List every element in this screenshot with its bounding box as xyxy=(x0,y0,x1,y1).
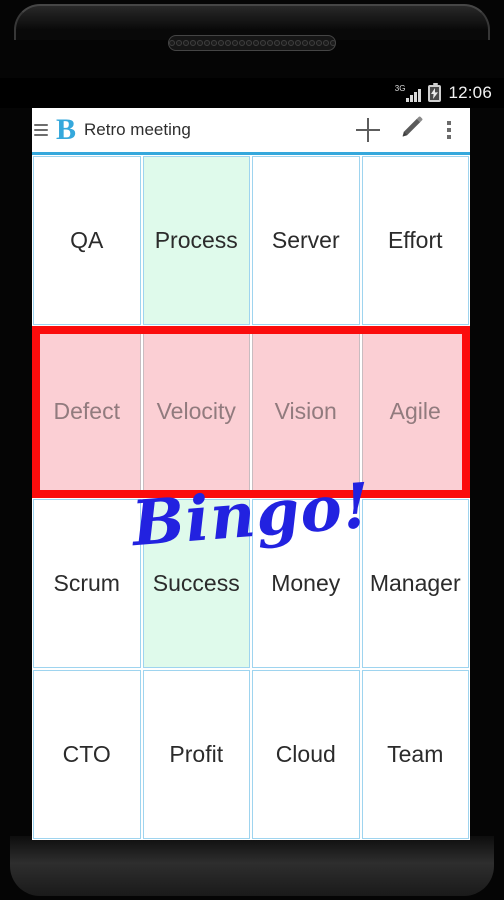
status-bar-clock: 12:06 xyxy=(448,83,492,102)
speaker-hole xyxy=(182,40,189,46)
speaker-hole xyxy=(301,40,308,46)
speaker-hole xyxy=(224,40,231,46)
status-bar: 3G 12:06 xyxy=(0,78,504,108)
bingo-cell-label: Effort xyxy=(387,227,443,254)
hamburger-menu-icon[interactable] xyxy=(34,121,52,139)
bingo-cell[interactable]: Server xyxy=(252,156,360,326)
bingo-cell-label: Scrum xyxy=(53,569,120,596)
phone-bottom-bezel xyxy=(10,836,494,896)
bingo-cell[interactable]: Scrum xyxy=(33,498,141,668)
speaker-hole xyxy=(280,40,287,46)
speaker-hole xyxy=(294,40,301,46)
bingo-grid: QA Process Server Effort Defect Velocity Visio… xyxy=(32,155,470,840)
network-type-label: 3G xyxy=(394,84,406,93)
phone-device: 3G 12:06 B Retro meeting QA Process Serv… xyxy=(0,0,504,900)
speaker-hole xyxy=(245,40,252,46)
speaker-hole xyxy=(322,40,329,46)
bingo-cell-label: Vision xyxy=(274,398,337,425)
bingo-cell[interactable]: Success xyxy=(142,498,250,668)
more-vertical-icon xyxy=(447,120,451,125)
speaker-hole xyxy=(273,40,280,46)
bingo-cell-label: Money xyxy=(271,569,341,596)
bingo-cell-label: Team xyxy=(387,740,444,767)
speaker-hole xyxy=(169,40,175,46)
bingo-cell[interactable]: Effort xyxy=(361,156,469,326)
bingo-cell-label: Defect xyxy=(53,398,120,425)
speaker-hole xyxy=(266,40,273,46)
bingo-cell-label: Success xyxy=(152,569,240,596)
edit-button[interactable] xyxy=(390,108,434,152)
bingo-cell-label: CTO xyxy=(62,740,111,767)
bingo-cell-label: Server xyxy=(271,227,340,254)
pencil-icon xyxy=(399,114,425,145)
bingo-cell-label: Profit xyxy=(169,740,224,767)
bingo-cell[interactable]: CTO xyxy=(33,669,141,839)
bingo-cell[interactable]: Money xyxy=(252,498,360,668)
bingo-cell-label: Manager xyxy=(369,569,461,596)
bingo-cell[interactable]: Vision xyxy=(252,327,360,497)
speaker-hole xyxy=(203,40,210,46)
speaker-hole xyxy=(259,40,266,46)
bingo-cell[interactable]: Defect xyxy=(33,327,141,497)
bingo-cell[interactable]: Team xyxy=(361,669,469,839)
bingo-cell-label: Velocity xyxy=(156,398,236,425)
bingo-cell[interactable]: Agile xyxy=(361,327,469,497)
app-toolbar: B Retro meeting xyxy=(32,108,470,152)
speaker-hole xyxy=(210,40,217,46)
signal-strength-bars xyxy=(406,88,422,102)
bingo-cell[interactable]: Profit xyxy=(142,669,250,839)
speaker-hole xyxy=(231,40,238,46)
app-logo: B xyxy=(56,112,77,146)
bingo-cell[interactable]: QA xyxy=(33,156,141,326)
page-title: Retro meeting xyxy=(84,119,191,139)
signal-bars-icon: 3G xyxy=(395,84,422,102)
plus-icon xyxy=(356,117,380,142)
bingo-board: QA Process Server Effort Defect Velocity Visio… xyxy=(32,152,470,840)
speaker-hole xyxy=(315,40,322,46)
speaker-hole xyxy=(217,40,224,46)
bingo-cell[interactable]: Process xyxy=(142,156,250,326)
speaker-hole xyxy=(252,40,259,46)
battery-charging-icon xyxy=(428,82,442,102)
speaker-hole xyxy=(308,40,315,46)
bingo-cell[interactable]: Cloud xyxy=(252,669,360,839)
bingo-cell-label: Cloud xyxy=(275,740,336,767)
speaker-hole xyxy=(175,40,182,46)
speaker-hole xyxy=(287,40,294,46)
speaker-hole xyxy=(189,40,196,46)
speaker-hole xyxy=(196,40,203,46)
bingo-cell-label: Agile xyxy=(389,398,441,425)
speaker-hole xyxy=(329,40,335,46)
bingo-cell-label: QA xyxy=(70,227,104,254)
bingo-cell-label: Process xyxy=(154,227,238,254)
app-window: B Retro meeting QA Process Server Effort… xyxy=(32,108,470,840)
speaker-hole xyxy=(238,40,245,46)
bingo-cell[interactable]: Velocity xyxy=(142,327,250,497)
earpiece-speaker-grille xyxy=(168,35,336,51)
bingo-cell[interactable]: Manager xyxy=(361,498,469,668)
add-button[interactable] xyxy=(346,108,390,152)
overflow-menu-button[interactable] xyxy=(434,108,464,152)
